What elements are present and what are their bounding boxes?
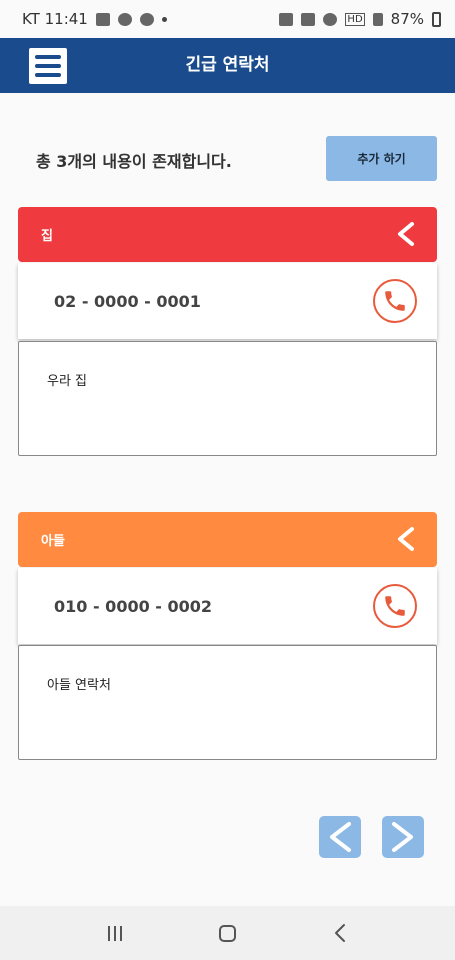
carrier-time: KT 11:41 xyxy=(22,10,88,28)
mute-icon xyxy=(279,12,294,26)
contact-header-son[interactable]: 아들 xyxy=(18,512,437,567)
prev-page-button[interactable] xyxy=(319,816,361,858)
call-button[interactable] xyxy=(373,584,417,628)
next-page-button[interactable] xyxy=(382,816,424,858)
status-left: KT 11:41 xyxy=(22,10,167,28)
wifi-icon xyxy=(323,12,338,26)
hd-indicator: HD xyxy=(345,12,365,26)
contact-memo: 우라 집 xyxy=(18,341,437,456)
contact-name: 집 xyxy=(41,229,53,244)
phone-number: 010 - 0000 - 0002 xyxy=(54,596,213,616)
contact-header-home[interactable]: 집 xyxy=(18,207,437,262)
item-count-text: 총 3개의 내용이 존재합니다. xyxy=(36,152,232,171)
phone-number: 02 - 0000 - 0001 xyxy=(54,291,201,311)
battery-percent: 87% xyxy=(390,10,424,28)
contact-phone-row: 02 - 0000 - 0001 xyxy=(18,263,437,339)
chevron-left-icon xyxy=(330,822,351,852)
talk-notification-icon xyxy=(139,12,154,26)
status-bar: KT 11:41 HD 87% xyxy=(0,0,455,38)
alarm-icon xyxy=(301,12,316,26)
contact-name: 아들 xyxy=(41,534,65,549)
more-notifications-icon xyxy=(161,16,167,22)
battery-icon xyxy=(432,11,441,27)
gallery-notification-icon xyxy=(95,12,110,26)
hamburger-menu-icon[interactable] xyxy=(29,48,67,84)
status-right: HD 87% xyxy=(279,10,441,28)
chevron-right-icon xyxy=(392,822,413,852)
chevron-left-icon[interactable] xyxy=(395,221,417,247)
call-button[interactable] xyxy=(373,279,417,323)
add-button[interactable]: 추가 하기 xyxy=(326,136,437,181)
contact-memo: 아들 연락처 xyxy=(18,645,437,760)
signal-icon xyxy=(372,12,383,26)
back-icon[interactable] xyxy=(333,923,347,943)
phone-icon xyxy=(385,596,405,616)
system-nav-bar xyxy=(0,906,455,960)
phone-icon xyxy=(385,291,405,311)
play-notification-icon xyxy=(117,12,132,26)
contact-phone-row: 010 - 0000 - 0002 xyxy=(18,568,437,644)
chevron-left-icon[interactable] xyxy=(395,526,417,552)
recent-apps-icon[interactable] xyxy=(108,925,123,941)
app-bar: 긴급 연락처 xyxy=(0,38,455,93)
home-icon[interactable] xyxy=(218,924,236,942)
page-title: 긴급 연락처 xyxy=(185,55,270,75)
